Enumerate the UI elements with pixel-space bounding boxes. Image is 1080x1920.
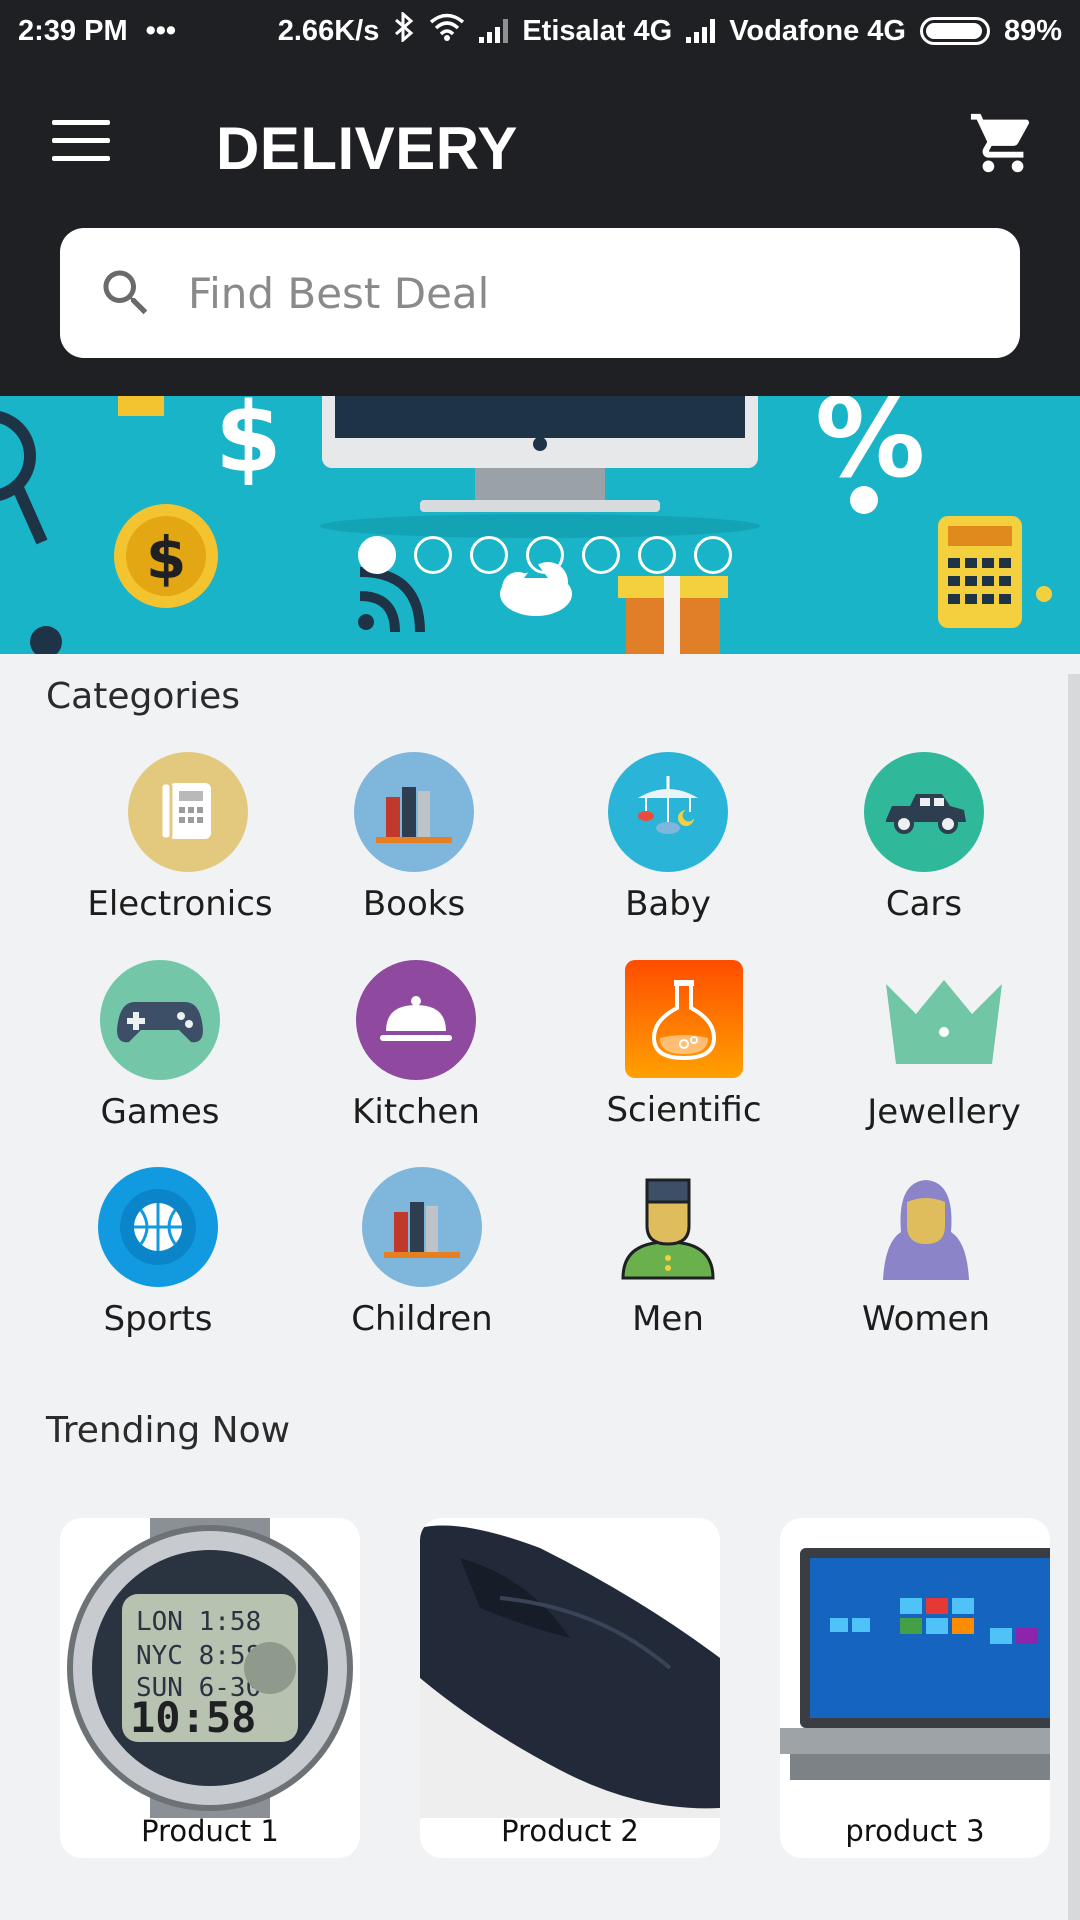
carousel-indicators xyxy=(358,536,732,574)
category-cars[interactable]: Cars xyxy=(804,752,1044,924)
category-label: Scientific xyxy=(606,1090,762,1130)
category-label: Kitchen xyxy=(352,1092,480,1132)
carousel-dot[interactable] xyxy=(526,536,564,574)
category-label: Baby xyxy=(625,884,711,924)
category-label: Women xyxy=(861,1299,990,1339)
bluetooth-icon xyxy=(393,10,415,50)
network-speed: 2.66K/s xyxy=(277,14,380,47)
telephone-icon xyxy=(128,752,248,872)
carousel-dot[interactable] xyxy=(694,536,732,574)
menu-button[interactable] xyxy=(52,120,116,170)
app-bar: DELIVERY xyxy=(0,62,1080,396)
laptop-icon xyxy=(780,1518,1050,1818)
shoe-icon xyxy=(420,1518,720,1818)
wifi-icon xyxy=(429,13,465,49)
crown-icon xyxy=(884,960,1004,1080)
scrollbar[interactable] xyxy=(1068,674,1080,1920)
flask-icon xyxy=(625,960,743,1078)
books-icon xyxy=(362,1167,482,1287)
gamepad-icon xyxy=(100,960,220,1080)
battery-icon xyxy=(919,17,990,45)
product-card-2[interactable]: Product 2 xyxy=(420,1518,720,1858)
category-scientific[interactable]: Scientific xyxy=(564,960,804,1130)
search-icon xyxy=(103,270,148,315)
category-books[interactable]: Books xyxy=(294,752,534,924)
category-label: Sports xyxy=(103,1299,213,1339)
battery-level: 89% xyxy=(1003,14,1062,47)
product-name: product 3 xyxy=(845,1814,985,1848)
svg-text:%: % xyxy=(815,396,925,502)
categories-heading: Categories xyxy=(46,676,241,717)
menu-line xyxy=(52,138,110,143)
status-bar: 2:39 PM ••• 2.66K/s Etisalat 4G Vodafone… xyxy=(0,0,1080,62)
svg-text:$: $ xyxy=(146,524,186,592)
basketball-icon xyxy=(98,1167,218,1287)
svg-text:LON 1:58: LON 1:58 xyxy=(136,1607,261,1637)
status-more-dots: ••• xyxy=(145,14,177,47)
category-children[interactable]: Children xyxy=(302,1167,542,1339)
woman-icon xyxy=(866,1167,986,1287)
category-label: Cars xyxy=(885,884,963,924)
category-label: Books xyxy=(362,884,466,924)
category-label: Men xyxy=(632,1299,704,1339)
category-jewellery[interactable]: Jewellery xyxy=(824,960,1064,1132)
product-card-3[interactable]: product 3 xyxy=(780,1518,1050,1858)
watch-icon: LON 1:58 NYC 8:58 SUN 6-30 10:58 xyxy=(60,1518,360,1818)
page-title: DELIVERY xyxy=(216,115,518,182)
car-icon xyxy=(864,752,984,872)
carrier-1: Etisalat 4G xyxy=(522,14,673,47)
books-icon xyxy=(354,752,474,872)
category-baby[interactable]: Baby xyxy=(548,752,788,924)
carousel-dot[interactable] xyxy=(582,536,620,574)
category-games[interactable]: Games xyxy=(40,960,280,1132)
trending-heading: Trending Now xyxy=(46,1410,291,1451)
search-input[interactable] xyxy=(188,268,968,318)
carousel-dot[interactable] xyxy=(470,536,508,574)
signal-icon xyxy=(479,19,509,43)
product-card-1[interactable]: LON 1:58 NYC 8:58 SUN 6-30 10:58 Product… xyxy=(60,1518,360,1858)
carrier-2: Vodafone 4G xyxy=(729,14,906,47)
category-label: Electronics xyxy=(87,884,273,924)
category-label: Games xyxy=(100,1092,220,1132)
category-electronics[interactable]: Electronics xyxy=(68,752,308,924)
carousel-dot[interactable] xyxy=(414,536,452,574)
carousel-dot[interactable] xyxy=(638,536,676,574)
promo-banner[interactable]: $ $ % xyxy=(0,396,1080,654)
product-name: Product 1 xyxy=(141,1814,279,1848)
category-women[interactable]: Women xyxy=(806,1167,1046,1339)
product-name: Product 2 xyxy=(501,1814,639,1848)
status-time: 2:39 PM xyxy=(18,14,128,47)
category-label: Jewellery xyxy=(867,1092,1021,1132)
category-kitchen[interactable]: Kitchen xyxy=(296,960,536,1132)
menu-line xyxy=(52,120,110,125)
man-icon xyxy=(608,1167,728,1287)
carousel-dot[interactable] xyxy=(358,536,396,574)
menu-line xyxy=(52,156,110,161)
banner-illustration: $ $ % xyxy=(0,396,1052,654)
category-men[interactable]: Men xyxy=(548,1167,788,1339)
search-bar[interactable] xyxy=(60,228,1020,358)
signal-icon-2 xyxy=(686,19,716,43)
svg-text:10:58: 10:58 xyxy=(130,1693,256,1742)
cloche-icon xyxy=(356,960,476,1080)
svg-text:NYC 8:58: NYC 8:58 xyxy=(136,1641,261,1671)
category-label: Children xyxy=(351,1299,493,1339)
baby-mobile-icon xyxy=(608,752,728,872)
cart-button[interactable] xyxy=(968,108,1038,178)
category-sports[interactable]: Sports xyxy=(38,1167,278,1339)
svg-text:$: $ xyxy=(215,396,282,494)
cart-icon xyxy=(970,113,1029,173)
